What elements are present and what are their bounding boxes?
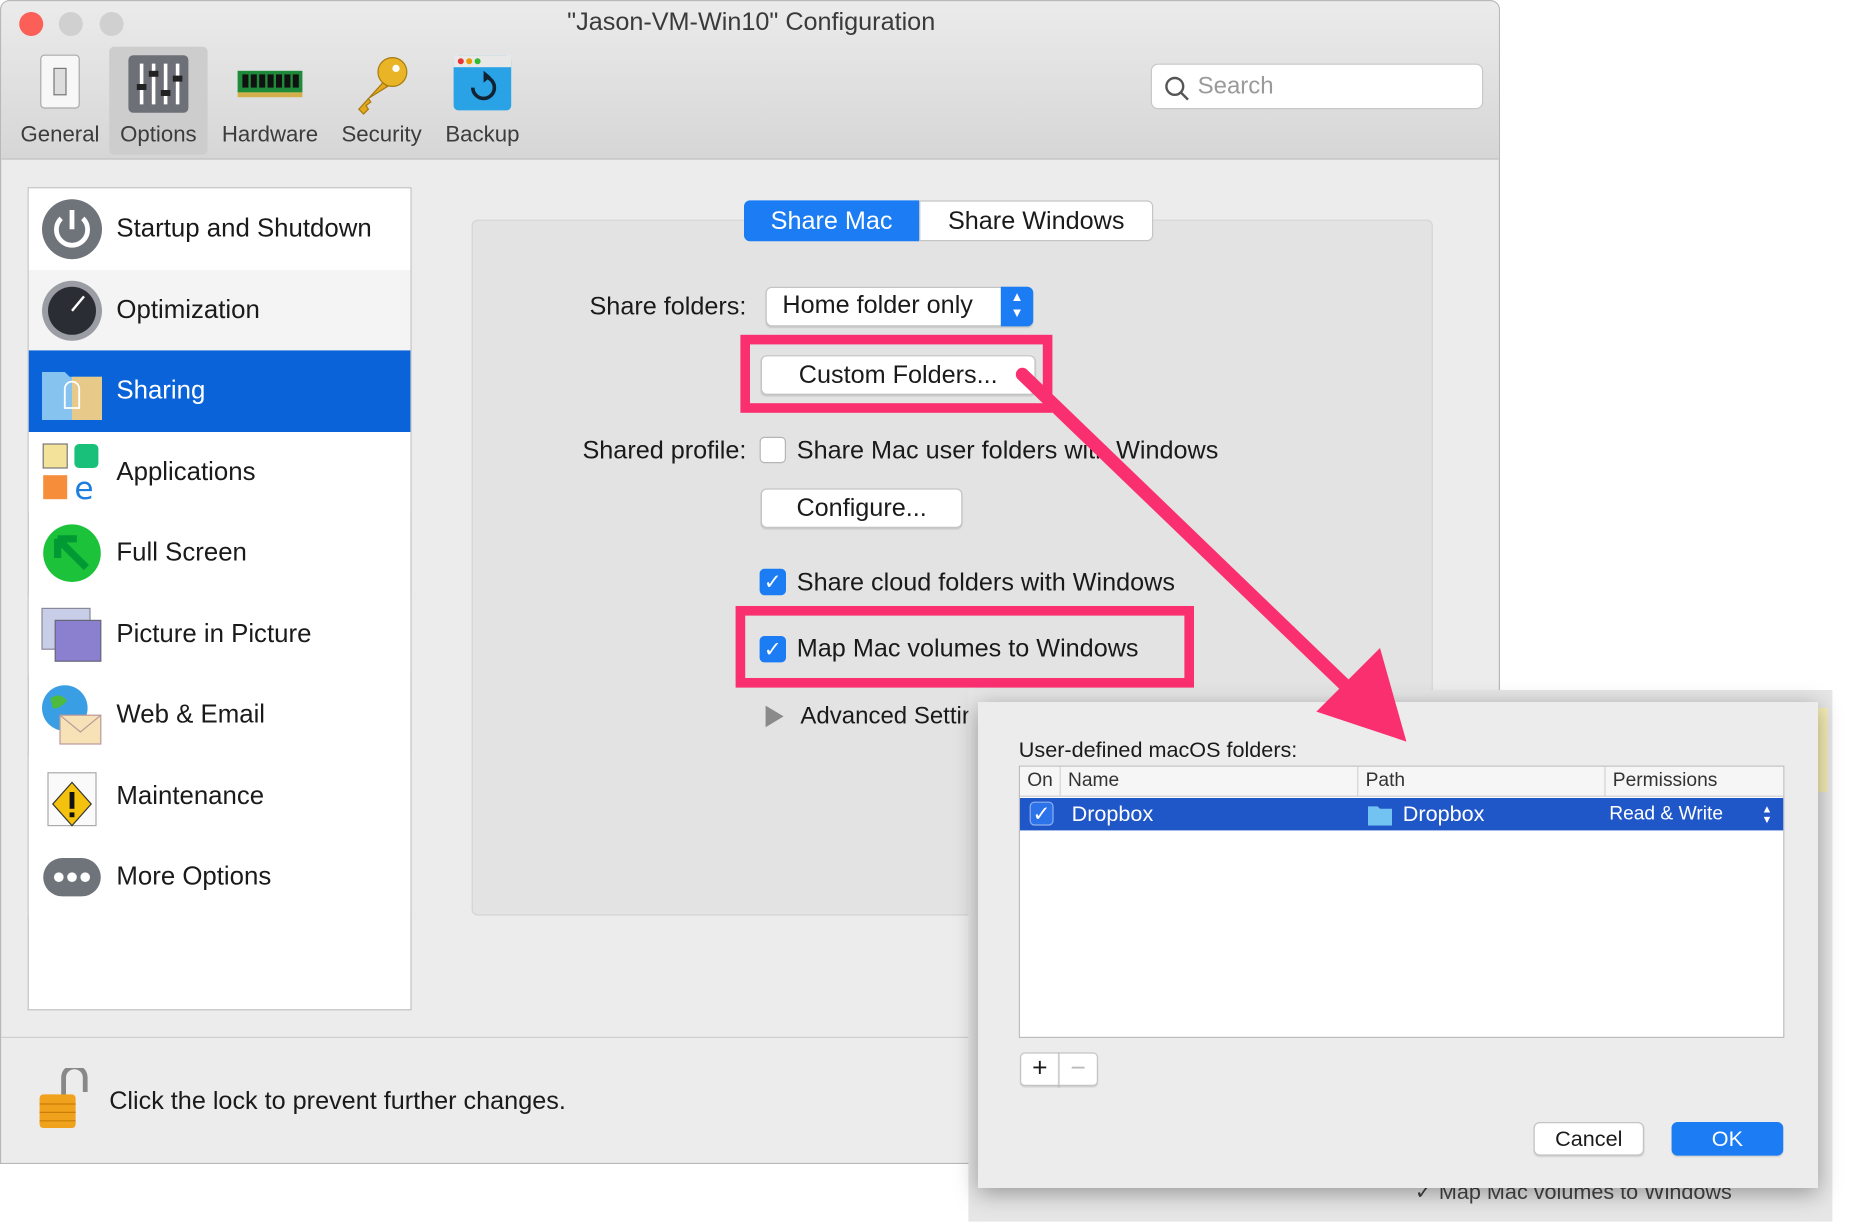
toolbar-label: Security (341, 121, 422, 147)
more-icon (43, 858, 101, 897)
sidebar-item-label: Full Screen (116, 537, 247, 567)
sidebar-item-sharing[interactable]: Sharing (28, 350, 411, 432)
chevron-updown-icon: ▲ ▼ (1000, 286, 1034, 327)
sidebar-item-label: Startup and Shutdown (116, 213, 372, 243)
shared-folder-icon (42, 372, 103, 421)
row-path: Dropbox (1402, 801, 1485, 826)
dialog-title: User-defined macOS folders: (1018, 738, 1298, 762)
sidebar-item-applications[interactable]: e Applications (28, 431, 411, 513)
configure-button[interactable]: Configure... (760, 488, 963, 528)
map-volumes-label: Map Mac volumes to Windows (796, 634, 1139, 663)
toolbar-security[interactable]: Security (334, 47, 430, 155)
speedometer-icon (42, 280, 103, 341)
column-header-name[interactable]: Name (1060, 766, 1359, 797)
tab-share-mac[interactable]: Share Mac (744, 200, 920, 242)
table-row[interactable]: ✓ Dropbox Dropbox Read & Write ▲ ▼ (1020, 798, 1784, 831)
toolbar-hardware[interactable]: Hardware (215, 47, 325, 155)
sidebar-item-full-screen[interactable]: Full Screen (29, 512, 411, 593)
column-header-permissions[interactable]: Permissions (1605, 766, 1784, 797)
sidebar-item-label: Web & Email (116, 699, 266, 729)
sidebar-item-maintenance[interactable]: Maintenance (28, 755, 411, 837)
sidebar: Startup and Shutdown Optimization Sharin… (27, 187, 412, 1011)
globe-mail-icon (42, 685, 102, 745)
sidebar-item-label: More Options (116, 861, 272, 891)
maintenance-icon (47, 771, 97, 826)
ok-button[interactable]: OK (1671, 1122, 1784, 1156)
switch-icon (40, 54, 80, 109)
picture-in-picture-icon (41, 607, 102, 662)
power-icon (42, 199, 103, 260)
sidebar-item-startup[interactable]: Startup and Shutdown (28, 188, 411, 270)
column-header-path[interactable]: Path (1358, 766, 1606, 797)
disclosure-triangle-icon[interactable] (765, 705, 784, 728)
row-on-checkbox[interactable]: ✓ (1029, 801, 1054, 826)
folder-icon (1368, 806, 1392, 826)
window-title: "Jason-VM-Win10" Configuration (567, 8, 936, 36)
sidebar-item-label: Picture in Picture (116, 618, 312, 648)
full-screen-icon (43, 524, 101, 582)
column-header-on[interactable]: On (1020, 766, 1061, 797)
search-input[interactable]: Search (1150, 63, 1484, 110)
custom-folders-button[interactable]: Custom Folders... (760, 355, 1036, 395)
ram-chip-icon (237, 70, 303, 98)
custom-folders-dialog: User-defined macOS folders: On Name Path… (978, 702, 1819, 1188)
share-user-folders-label: Share Mac user folders with Windows (796, 436, 1219, 465)
sidebar-item-picture-in-picture[interactable]: Picture in Picture (28, 593, 411, 675)
sidebar-item-more-options[interactable]: More Options (28, 836, 411, 918)
search-icon (1165, 76, 1189, 101)
key-icon (357, 57, 408, 115)
toolbar-backup[interactable]: Backup (438, 47, 527, 155)
shared-profile-label: Shared profile: (582, 436, 747, 465)
toolbar: "Jason-VM-Win10" Configuration General O… (1, 1, 1499, 160)
sidebar-item-label: Maintenance (116, 780, 265, 810)
share-user-folders-checkbox[interactable] (759, 436, 787, 464)
sidebar-item-label: Sharing (116, 375, 206, 405)
share-cloud-checkbox[interactable]: ✓ (759, 568, 787, 596)
lock-text: Click the lock to prevent further change… (109, 1087, 566, 1115)
applications-icon: e (42, 442, 99, 504)
toolbar-label: General (20, 121, 100, 147)
share-folders-value: Home folder only (782, 291, 973, 320)
share-cloud-label: Share cloud folders with Windows (796, 568, 1175, 597)
sidebar-item-web-email[interactable]: Web & Email (29, 674, 411, 755)
sidebar-item-label: Optimization (116, 294, 260, 324)
cancel-button[interactable]: Cancel (1533, 1122, 1645, 1156)
search-placeholder: Search (1197, 73, 1274, 100)
background-strip (1818, 708, 1828, 793)
sliders-icon (128, 55, 189, 113)
sidebar-item-optimization[interactable]: Optimization (28, 269, 411, 351)
chevron-updown-icon[interactable]: ▲ ▼ (1762, 803, 1773, 826)
tab-share-windows[interactable]: Share Windows (919, 200, 1154, 242)
remove-folder-button[interactable]: − (1058, 1052, 1098, 1086)
share-folders-select[interactable]: Home folder only ▲ ▼ (765, 286, 1034, 327)
sidebar-item-label: Applications (116, 456, 256, 486)
toolbar-options[interactable]: Options (109, 46, 208, 155)
svg-text:e: e (74, 471, 93, 504)
add-folder-button[interactable]: + (1020, 1052, 1060, 1086)
backup-icon (453, 55, 512, 111)
lock-open-icon[interactable] (37, 1068, 92, 1133)
toolbar-label: Backup (445, 121, 520, 147)
map-volumes-checkbox[interactable]: ✓ (759, 636, 787, 663)
row-name: Dropbox (1071, 801, 1154, 826)
toolbar-general[interactable]: General (13, 47, 107, 155)
row-permissions[interactable]: Read & Write (1609, 804, 1723, 826)
advanced-settings-label[interactable]: Advanced Settin (800, 703, 975, 731)
toolbar-label: Hardware (221, 121, 319, 147)
folders-table: On Name Path Permissions ✓ Dropbox Dropb… (1018, 765, 1785, 1038)
share-folders-label: Share folders: (589, 292, 747, 321)
toolbar-label: Options (120, 121, 197, 147)
